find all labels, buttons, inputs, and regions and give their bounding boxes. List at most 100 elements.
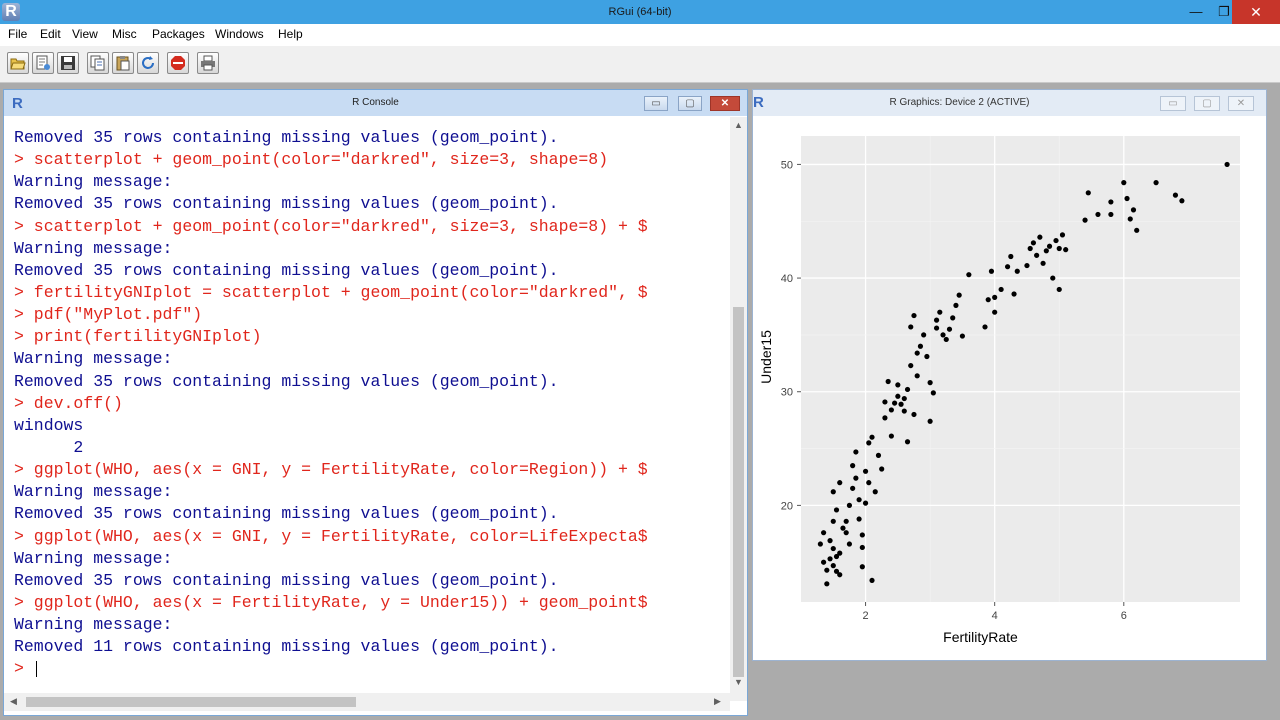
- console-output-line: Warning message:: [14, 615, 173, 635]
- scroll-down-icon[interactable]: ▼: [734, 677, 743, 687]
- menu-view[interactable]: View: [72, 27, 98, 41]
- data-point: [856, 497, 862, 503]
- data-point: [1014, 268, 1020, 274]
- menu-edit[interactable]: Edit: [40, 27, 61, 41]
- r-console-window[interactable]: R R Console ▭ ▢ ✕ Removed 35 rows contai…: [3, 89, 748, 716]
- scatter-plot: 2 4 6 20 30 40 50 FertilityRate Under15: [758, 136, 1240, 645]
- graphics-close-button[interactable]: ✕: [1228, 96, 1254, 111]
- console-output-line: 2: [14, 437, 84, 457]
- data-point: [833, 507, 840, 513]
- console-prompt[interactable]: >: [14, 658, 719, 680]
- save-button[interactable]: [57, 52, 79, 74]
- data-point: [1153, 180, 1159, 186]
- x-axis-label: FertilityRate: [943, 629, 1018, 645]
- console-command-line: > ggplot(WHO, aes(x = GNI, y = Fertility…: [14, 460, 648, 480]
- data-point: [956, 292, 962, 298]
- load-workspace-button[interactable]: [32, 52, 54, 74]
- data-point: [837, 572, 843, 578]
- horizontal-scroll-thumb[interactable]: [26, 697, 356, 707]
- console-close-button[interactable]: ✕: [710, 96, 740, 111]
- data-point: [1172, 192, 1179, 198]
- console-output[interactable]: Removed 35 rows containing missing value…: [14, 127, 719, 707]
- console-output-line: Removed 35 rows containing missing value…: [14, 194, 559, 214]
- graphics-title: R Graphics: Device 2 (ACTIVE): [889, 97, 1030, 108]
- data-point: [882, 399, 888, 405]
- menu-windows[interactable]: Windows: [215, 27, 264, 41]
- graphics-maximize-button[interactable]: ▢: [1194, 96, 1220, 111]
- print-button[interactable]: [197, 52, 219, 74]
- data-point: [885, 378, 891, 385]
- console-command-line: > dev.off(): [14, 393, 123, 413]
- console-command-line: > pdf("MyPlot.pdf"): [14, 305, 203, 325]
- y-tick-label: 20: [781, 500, 793, 512]
- data-point: [1027, 245, 1033, 252]
- data-point: [1127, 216, 1133, 222]
- data-point: [840, 525, 846, 531]
- load-workspace-icon: [36, 55, 50, 70]
- console-command-line: > ggplot(WHO, aes(x = FertilityRate, y =…: [14, 592, 648, 612]
- data-point: [914, 373, 920, 379]
- y-tick-label: 50: [781, 159, 793, 171]
- data-point: [895, 393, 901, 399]
- scroll-right-icon[interactable]: ▶: [714, 696, 721, 707]
- menu-file[interactable]: File: [8, 27, 27, 41]
- paste-button[interactable]: [112, 52, 134, 74]
- data-point: [830, 545, 836, 552]
- data-point: [866, 480, 872, 486]
- horizontal-scrollbar[interactable]: ◀ ▶: [4, 693, 730, 711]
- refresh-button[interactable]: [137, 52, 159, 74]
- console-minimize-button[interactable]: ▭: [644, 96, 668, 111]
- data-point: [1030, 240, 1037, 246]
- data-point: [869, 577, 875, 584]
- data-point: [917, 343, 924, 349]
- menu-packages[interactable]: Packages: [152, 27, 205, 41]
- scroll-up-icon[interactable]: ▲: [734, 120, 743, 130]
- stop-button[interactable]: [167, 52, 189, 74]
- data-point: [866, 440, 872, 446]
- menu-help[interactable]: Help: [278, 27, 303, 41]
- data-point: [859, 532, 865, 538]
- data-point: [1130, 207, 1137, 213]
- data-point: [933, 325, 940, 331]
- console-output-line: Warning message:: [14, 349, 173, 369]
- console-maximize-button[interactable]: ▢: [678, 96, 702, 111]
- console-output-line: Removed 35 rows containing missing value…: [14, 128, 559, 147]
- data-point: [1037, 234, 1043, 240]
- data-point: [1082, 217, 1088, 223]
- data-point: [875, 452, 882, 458]
- data-point: [843, 530, 849, 536]
- close-button[interactable]: ✕: [1232, 0, 1280, 24]
- data-point: [862, 500, 869, 506]
- data-point: [843, 518, 849, 524]
- data-point: [937, 309, 943, 315]
- copy-icon: [90, 55, 105, 71]
- r-graphics-window[interactable]: R R Graphics: Device 2 (ACTIVE) ▭ ▢ ✕ 24…: [752, 89, 1267, 661]
- console-output-line: Warning message:: [14, 482, 173, 502]
- save-icon: [61, 56, 75, 70]
- data-point: [898, 401, 904, 407]
- data-point: [1124, 195, 1130, 202]
- open-script-button[interactable]: [7, 52, 29, 74]
- graphics-minimize-button[interactable]: ▭: [1160, 96, 1186, 111]
- data-point: [908, 362, 914, 369]
- scroll-left-icon[interactable]: ◀: [10, 696, 17, 707]
- data-point: [911, 411, 917, 418]
- data-point: [943, 336, 949, 343]
- console-lines: Removed 35 rows containing missing value…: [14, 127, 719, 658]
- data-point: [846, 541, 853, 547]
- x-tick-label: 6: [1121, 610, 1127, 622]
- console-command-line: > scatterplot + geom_point(color="darkre…: [14, 150, 609, 170]
- vertical-scroll-thumb[interactable]: [733, 307, 744, 677]
- data-point: [1108, 199, 1114, 205]
- data-point: [1011, 291, 1017, 297]
- stop-icon: [171, 56, 185, 70]
- data-point: [966, 272, 972, 278]
- menu-misc[interactable]: Misc: [112, 27, 137, 41]
- console-output-line: Warning message:: [14, 548, 173, 568]
- vertical-scrollbar[interactable]: ▲ ▼: [730, 117, 747, 701]
- data-point: [904, 439, 911, 445]
- x-tick-label: 4: [992, 610, 998, 622]
- copy-button[interactable]: [87, 52, 109, 74]
- console-output-line: Removed 35 rows containing missing value…: [14, 504, 559, 524]
- data-point: [830, 563, 836, 569]
